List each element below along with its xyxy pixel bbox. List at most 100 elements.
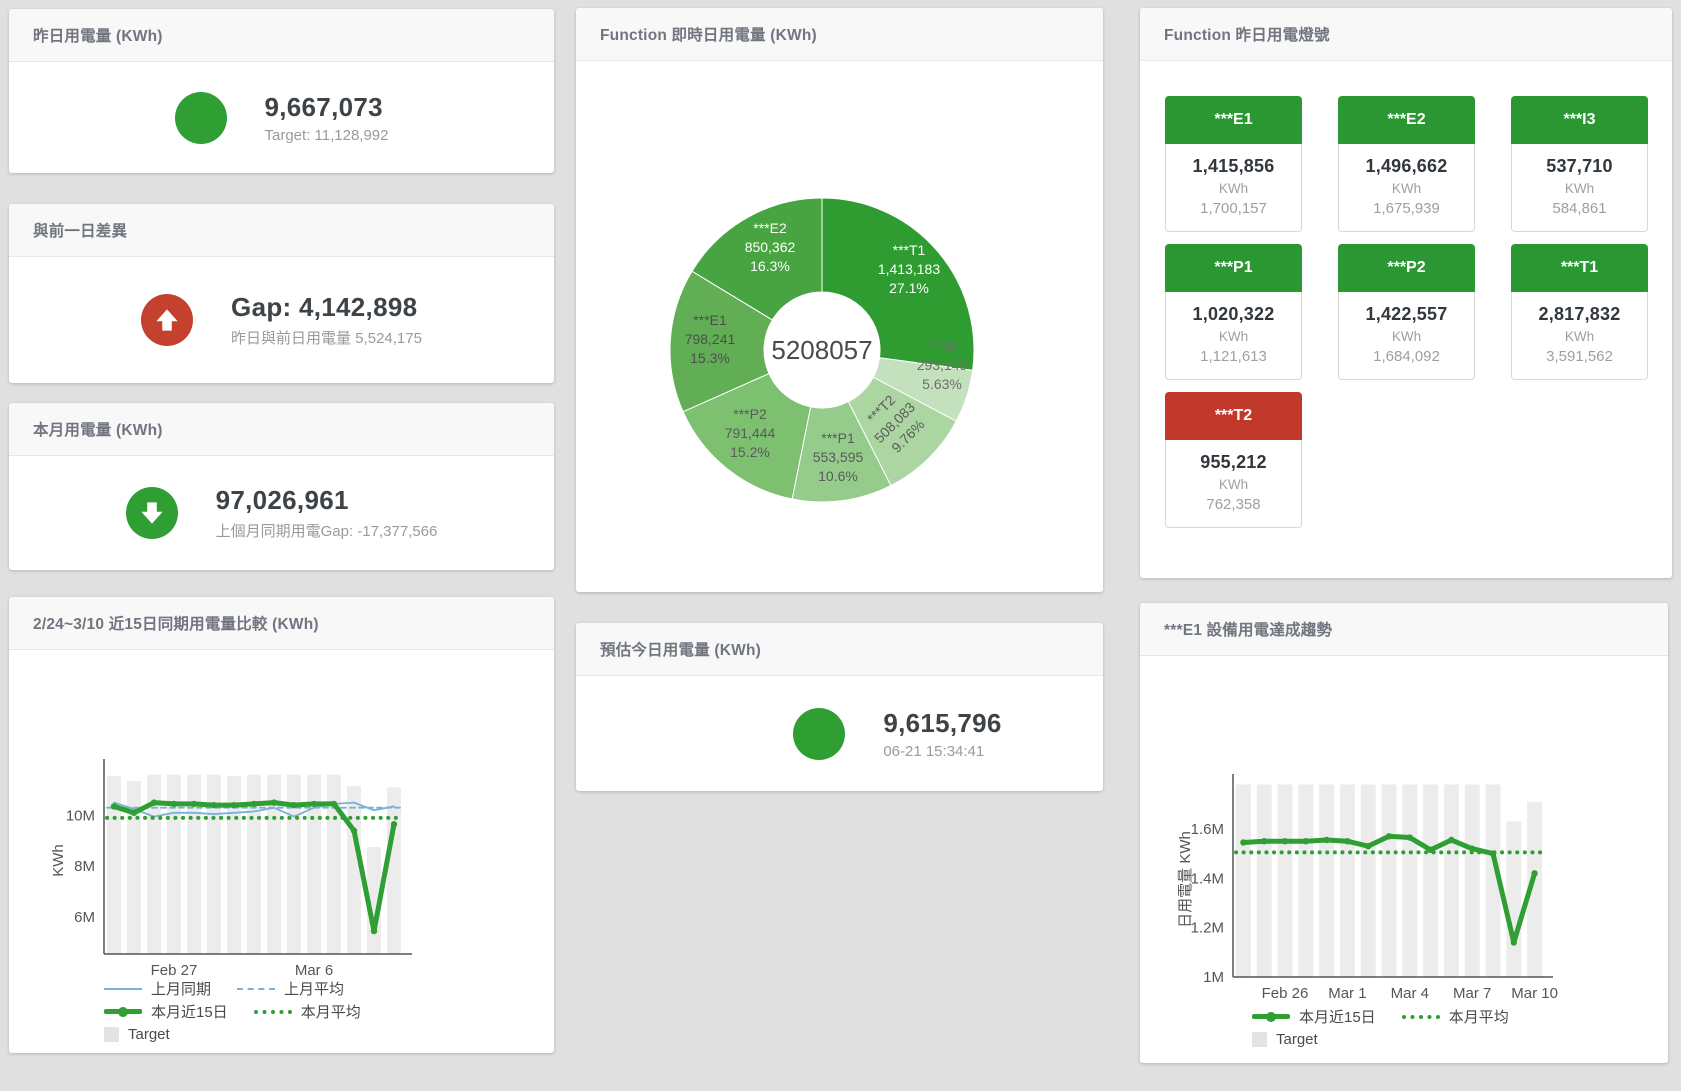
tile-target: 1,700,157: [1170, 200, 1297, 217]
svg-text:8M: 8M: [74, 858, 95, 875]
card-15day-comparison-chart: 2/24~3/10 近15日同期用電量比較 (KWh) 6M8M10MFeb 2…: [9, 597, 554, 1053]
tile-unit: KWh: [1516, 181, 1643, 196]
tile-body: 1,422,557 KWh 1,684,092: [1338, 292, 1475, 380]
card-header: 預估今日用電量 (KWh): [576, 623, 1103, 676]
legend-row: 本月近15日 本月平均: [1252, 1007, 1509, 1026]
tile-status-header: ***E2: [1338, 96, 1475, 144]
legend-item-this-month[interactable]: 本月近15日: [1252, 1006, 1376, 1027]
legend-label: 本月近15日: [1299, 1006, 1376, 1027]
chart-legend: 本月近15日 本月平均 Target: [1252, 1007, 1509, 1049]
kpi-text: 9,667,073 Target: 11,128,992: [265, 92, 389, 144]
legend-item-this-month[interactable]: 本月近15日: [104, 1001, 228, 1022]
tile-status-header: ***I3: [1511, 96, 1648, 144]
blue-line-icon: [104, 988, 142, 990]
legend-item-target[interactable]: Target: [1252, 1031, 1318, 1048]
tile-unit: KWh: [1516, 329, 1643, 344]
legend-label: Target: [128, 1026, 170, 1043]
svg-text:KWh: KWh: [50, 844, 67, 877]
device-tile-T2: ***T2955,212KWh762,358: [1165, 392, 1302, 528]
tile-value: 955,212: [1170, 452, 1297, 473]
tile-target: 762,358: [1170, 496, 1297, 513]
tile-unit: KWh: [1343, 329, 1470, 344]
card-header: 本月用電量 (KWh): [9, 403, 554, 456]
tile-value: 2,817,832: [1516, 304, 1643, 325]
tile-body: 955,212 KWh 762,358: [1165, 440, 1302, 528]
card-realtime-usage-pie: Function 即時日用電量 (KWh) ***T11,413,18327.1…: [576, 8, 1103, 592]
tile-body: 1,020,322KWh1,121,613: [1165, 292, 1302, 380]
tile-status-header: ***E1: [1165, 96, 1302, 144]
svg-text:Feb 27: Feb 27: [151, 962, 198, 979]
card-device-status-lights: Function 昨日用電燈號 ***E11,415,856KWh1,700,1…: [1140, 8, 1672, 578]
tile-value: 1,020,322: [1170, 304, 1297, 325]
green-line-icon: [1252, 1014, 1290, 1019]
legend-label: 本月近15日: [151, 1001, 228, 1022]
arrow-down-icon: [126, 487, 178, 539]
tile-status-header: ***T1: [1511, 244, 1648, 292]
device-tiles-grid: ***E11,415,856KWh1,700,157***E21,496,662…: [1165, 96, 1648, 528]
tile-value: 1,496,662: [1343, 156, 1470, 177]
card-body: 9,615,796 06-21 15:34:41: [576, 676, 1103, 791]
svg-text:Mar 1: Mar 1: [1328, 985, 1366, 1002]
card-title: 與前一日差異: [33, 219, 127, 241]
blue-dashed-line-icon: [237, 988, 275, 990]
svg-text:Mar 4: Mar 4: [1391, 985, 1429, 1002]
tile-target: 1,121,613: [1170, 348, 1297, 365]
tile-status-header: ***P1: [1165, 244, 1302, 292]
tile-body: 537,710KWh584,861: [1511, 144, 1648, 232]
card-today-estimate: 預估今日用電量 (KWh) 9,615,796 06-21 15:34:41: [576, 623, 1103, 791]
device-tile-E1: ***E11,415,856KWh1,700,157: [1165, 96, 1302, 232]
device-tile-E2: ***E21,496,662KWh1,675,939: [1338, 96, 1475, 232]
legend-label: 上月平均: [284, 978, 344, 999]
card-yesterday-usage: 昨日用電量 (KWh) 9,667,073 Target: 11,128,992: [9, 9, 554, 173]
card-title: Function 昨日用電燈號: [1164, 23, 1330, 45]
legend-item-this-month-avg[interactable]: 本月平均: [254, 1001, 361, 1022]
tile-value: 1,422,557: [1343, 304, 1470, 325]
green-dotted-line-icon: [1402, 1015, 1440, 1019]
energy-dashboard: 昨日用電量 (KWh) 9,667,073 Target: 11,128,992…: [0, 0, 1681, 1091]
svg-text:Mar 10: Mar 10: [1511, 985, 1558, 1002]
tile-target: 1,684,092: [1343, 348, 1470, 365]
tile-body: 1,496,662KWh1,675,939: [1338, 144, 1475, 232]
device-tile-P1: ***P11,020,322KWh1,121,613: [1165, 244, 1302, 380]
svg-text:5208057: 5208057: [771, 335, 872, 365]
svg-text:10M: 10M: [66, 807, 95, 824]
legend-item-this-month-avg[interactable]: 本月平均: [1402, 1006, 1509, 1027]
tile-status-header: ***P2: [1338, 244, 1475, 292]
svg-text:Mar 7: Mar 7: [1453, 985, 1491, 1002]
kpi-text: Gap: 4,142,898 昨日與前日用電量 5,524,175: [231, 292, 422, 348]
tile-unit: KWh: [1170, 477, 1297, 492]
card-month-usage: 本月用電量 (KWh) 97,026,961 上個月同期用電Gap: -17,3…: [9, 403, 554, 570]
legend-label: 本月平均: [1449, 1006, 1509, 1027]
svg-text:1M: 1M: [1203, 969, 1224, 986]
legend-label: 上月同期: [151, 978, 211, 999]
legend-item-target[interactable]: Target: [104, 1026, 170, 1043]
card-title: 本月用電量 (KWh): [33, 418, 163, 440]
device-tile-P2: ***P2 1,422,557 KWh 1,684,092: [1338, 244, 1475, 380]
svg-text:1.6M: 1.6M: [1191, 821, 1224, 838]
tile-target: 1,675,939: [1343, 200, 1470, 217]
card-title: 昨日用電量 (KWh): [33, 24, 163, 46]
realtime-usage-donut-chart[interactable]: ***T11,413,18327.1%***I3293,1495.63%***T…: [576, 8, 1103, 592]
arrow-up-icon: [141, 294, 193, 346]
kpi-value: 9,667,073: [265, 92, 389, 123]
legend-label: Target: [1276, 1031, 1318, 1048]
tile-value: 1,415,856: [1170, 156, 1297, 177]
e1-trend-line-chart[interactable]: 1M1.2M1.4M1.6MFeb 26Mar 1Mar 4Mar 7Mar 1…: [1140, 603, 1668, 1063]
legend-item-last-month-avg[interactable]: 上月平均: [237, 978, 344, 999]
tile-body: 1,415,856KWh1,700,157: [1165, 144, 1302, 232]
legend-item-last-month[interactable]: 上月同期: [104, 978, 211, 999]
tile-body: 2,817,832KWh3,591,562: [1511, 292, 1648, 380]
card-body: 9,667,073 Target: 11,128,992: [9, 62, 554, 173]
legend-row: Target: [104, 1025, 361, 1044]
chart-legend: 上月同期 上月平均 本月近15日 本月平均 Target: [104, 979, 361, 1044]
device-tile-I3: ***I3537,710KWh584,861: [1511, 96, 1648, 232]
kpi-target-label: Target: 11,128,992: [265, 127, 389, 144]
kpi-text: 9,615,796 06-21 15:34:41: [883, 708, 1001, 760]
kpi-subtext: 上個月同期用電Gap: -17,377,566: [216, 520, 438, 541]
status-circle-icon: [793, 708, 845, 760]
card-e1-trend-chart: ***E1 設備用電達成趨勢 1M1.2M1.4M1.6MFeb 26Mar 1…: [1140, 603, 1668, 1063]
kpi-value: Gap: 4,142,898: [231, 292, 422, 323]
card-title: 預估今日用電量 (KWh): [600, 638, 761, 660]
kpi-value: 97,026,961: [216, 485, 438, 516]
card-header: 與前一日差異: [9, 204, 554, 257]
